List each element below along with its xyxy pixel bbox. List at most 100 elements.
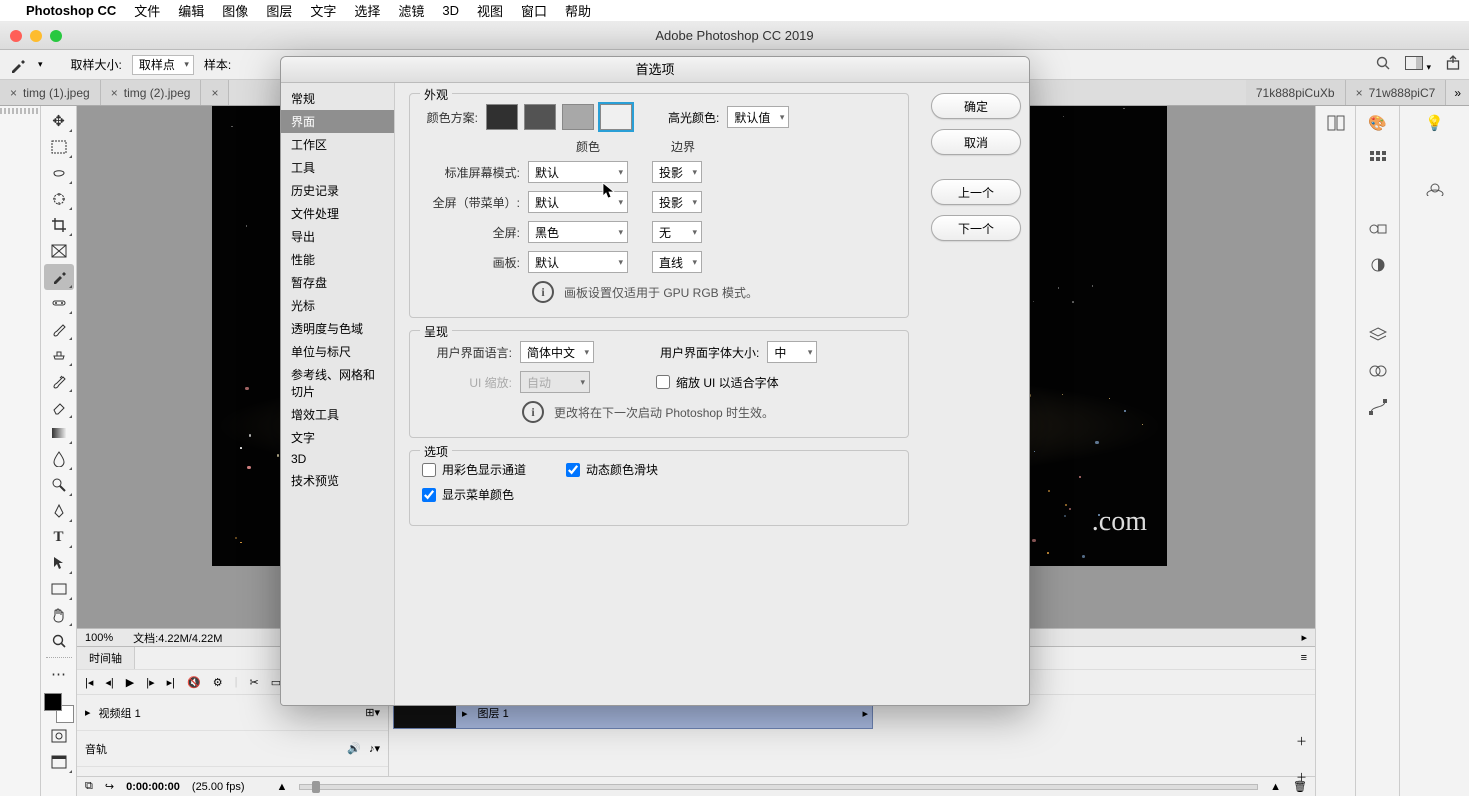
mode-border-select[interactable]: 投影 [652, 191, 702, 213]
doc-info[interactable]: 文档:4.22M/4.22M [133, 630, 222, 646]
frame-tool[interactable] [44, 238, 74, 264]
zoom-level[interactable]: 100% [85, 632, 113, 644]
brush-tool[interactable] [44, 316, 74, 342]
tabs-overflow-icon[interactable]: » [1446, 80, 1469, 105]
close-tab-icon[interactable]: × [111, 86, 118, 100]
healing-brush-tool[interactable] [44, 290, 74, 316]
move-tool[interactable]: ✥ [44, 108, 74, 134]
close-tab-icon[interactable]: × [10, 86, 17, 100]
paths-panel-icon[interactable] [1367, 396, 1389, 418]
workspace-switcher-icon[interactable]: ▾ [1405, 56, 1431, 73]
prefs-category-item[interactable]: 增效工具 [281, 403, 394, 426]
prefs-category-item[interactable]: 透明度与色域 [281, 317, 394, 340]
prefs-category-item[interactable]: 光标 [281, 294, 394, 317]
zoom-out-timeline-icon[interactable]: ▲ [277, 781, 288, 793]
quick-mask-icon[interactable] [44, 723, 74, 749]
mode-color-select[interactable]: 默认 [528, 161, 628, 183]
eraser-tool[interactable] [44, 394, 74, 420]
prefs-category-item[interactable]: 3D [281, 449, 394, 469]
sample-size-select[interactable]: 取样点 [132, 55, 194, 75]
hand-tool[interactable] [44, 602, 74, 628]
document-tab[interactable]: 71k888piCuXb [1246, 80, 1346, 105]
share-icon[interactable] [1445, 55, 1461, 74]
audio-track-row[interactable]: 音轨 🔊 ♪▾ [77, 731, 388, 767]
timeline-settings-icon[interactable]: ⚙ [213, 676, 223, 689]
mode-border-select[interactable]: 直线 [652, 251, 702, 273]
color-scheme-swatch[interactable] [486, 104, 518, 130]
timeline-zoom-slider[interactable] [299, 784, 1258, 790]
convert-timeline-icon[interactable]: ⧉ [85, 780, 93, 793]
mode-border-select[interactable]: 投影 [652, 161, 702, 183]
prefs-category-item[interactable]: 文件处理 [281, 202, 394, 225]
screen-mode-icon[interactable] [44, 749, 74, 775]
styles-panel-icon[interactable] [1367, 254, 1389, 276]
color-scheme-swatch[interactable] [562, 104, 594, 130]
color-scheme-swatch[interactable] [600, 104, 632, 130]
zoom-tool[interactable] [44, 628, 74, 654]
go-last-frame-icon[interactable]: ▸| [167, 676, 175, 689]
type-tool[interactable]: T [44, 524, 74, 550]
ui-language-select[interactable]: 简体中文 [520, 341, 594, 363]
crop-tool[interactable] [44, 212, 74, 238]
document-tab[interactable]: × [201, 80, 229, 105]
layers-panel-icon[interactable] [1367, 324, 1389, 346]
prev-button[interactable]: 上一个 [931, 179, 1021, 205]
render-icon[interactable]: ↪ [105, 780, 114, 793]
track-menu-icon[interactable]: ⊞▾ [365, 706, 380, 719]
status-more-icon[interactable]: ▸ [1301, 631, 1307, 644]
document-tab[interactable]: ×71w888piC7 [1346, 80, 1447, 105]
note-icon[interactable]: ♪▾ [369, 742, 380, 755]
add-audio-icon[interactable]: ＋ [1296, 769, 1307, 785]
speaker-icon[interactable]: 🔊 [347, 742, 361, 755]
mode-color-select[interactable]: 默认 [528, 251, 628, 273]
eyedropper-tool[interactable] [44, 264, 74, 290]
timeline-track-area[interactable]: ▸ 图层 1 ▸ ＋ ＋ [389, 695, 1315, 776]
clone-stamp-tool[interactable] [44, 342, 74, 368]
prefs-category-item[interactable]: 工具 [281, 156, 394, 179]
color-scheme-swatch[interactable] [524, 104, 556, 130]
mode-border-select[interactable]: 无 [652, 221, 702, 243]
highlight-color-select[interactable]: 默认值 [727, 106, 789, 128]
prefs-category-item[interactable]: 导出 [281, 225, 394, 248]
swatches-panel-icon[interactable] [1367, 148, 1389, 170]
color-panel-icon[interactable]: 🎨 [1367, 112, 1389, 134]
mode-color-select[interactable]: 默认 [528, 191, 628, 213]
foreground-color[interactable] [44, 693, 62, 711]
pen-tool[interactable] [44, 498, 74, 524]
menu-help[interactable]: 帮助 [565, 1, 591, 20]
prefs-category-item[interactable]: 暂存盘 [281, 271, 394, 294]
gradient-tool[interactable] [44, 420, 74, 446]
cancel-button[interactable]: 取消 [931, 129, 1021, 155]
color-swatches[interactable] [44, 693, 74, 723]
ok-button[interactable]: 确定 [931, 93, 1021, 119]
expand-icon[interactable]: ▸ [85, 706, 91, 719]
lasso-tool[interactable] [44, 160, 74, 186]
clip-end-handle[interactable]: ▸ [862, 707, 872, 720]
menu-edit[interactable]: 编辑 [178, 1, 204, 20]
prefs-category-item[interactable]: 性能 [281, 248, 394, 271]
prefs-category-item[interactable]: 参考线、网格和切片 [281, 363, 394, 403]
dodge-tool[interactable] [44, 472, 74, 498]
next-frame-icon[interactable]: |▸ [146, 676, 154, 689]
tool-preset-dropdown-icon[interactable]: ▾ [38, 59, 43, 70]
menu-view[interactable]: 视图 [477, 1, 503, 20]
prefs-category-item[interactable]: 工作区 [281, 133, 394, 156]
close-tab-icon[interactable]: × [211, 86, 218, 100]
zoom-in-timeline-icon[interactable]: ▲ [1270, 781, 1281, 793]
quick-select-tool[interactable] [44, 186, 74, 212]
menu-layer[interactable]: 图层 [266, 1, 292, 20]
panel-menu-icon[interactable]: ≡ [1293, 652, 1315, 664]
rectangle-tool[interactable] [44, 576, 74, 602]
menu-window[interactable]: 窗口 [521, 1, 547, 20]
document-tab[interactable]: ×timg (1).jpeg [0, 80, 101, 105]
marquee-tool[interactable] [44, 134, 74, 160]
prefs-category-item[interactable]: 文字 [281, 426, 394, 449]
prefs-category-item[interactable]: 单位与标尺 [281, 340, 394, 363]
menu-colors-checkbox[interactable]: 显示菜单颜色 [422, 486, 514, 503]
adjustments-panel-icon[interactable] [1367, 218, 1389, 240]
dynamic-sliders-checkbox[interactable]: 动态颜色滑块 [566, 461, 658, 478]
search-icon[interactable] [1375, 55, 1391, 74]
tool-preset-icon[interactable] [8, 55, 28, 75]
audio-mute-icon[interactable]: 🔇 [187, 676, 201, 689]
document-tab[interactable]: ×timg (2).jpeg [101, 80, 202, 105]
